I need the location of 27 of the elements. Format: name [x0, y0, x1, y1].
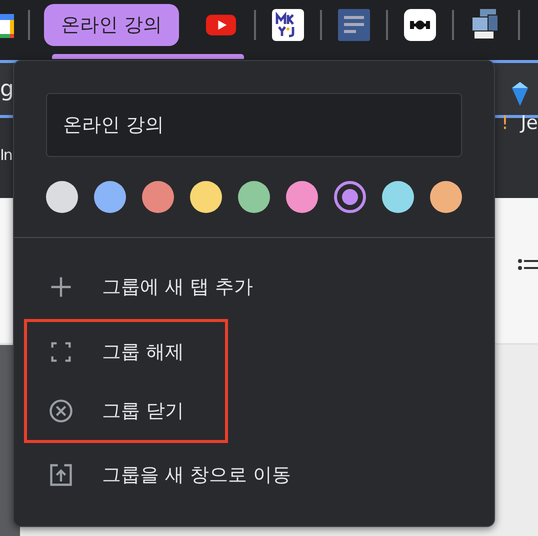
document-icon[interactable] [338, 9, 370, 41]
tab-title[interactable]: g [0, 76, 14, 102]
mk-logo-icon[interactable] [272, 9, 304, 41]
color-swatch[interactable] [94, 181, 126, 213]
diamond-icon[interactable] [510, 80, 530, 108]
menu-item[interactable]: 그룹 해제 [27, 322, 225, 381]
color-swatch[interactable] [238, 181, 270, 213]
menu-item[interactable]: 그룹에 새 탭 추가 [14, 255, 494, 319]
group-name-field[interactable]: 온라인 강의 [46, 93, 462, 157]
bookmark-label[interactable]: Je [520, 112, 538, 134]
play-icon[interactable] [206, 14, 236, 36]
tab-group-chip[interactable]: 온라인 강의 [44, 4, 180, 46]
color-swatch[interactable] [286, 181, 318, 213]
color-swatch[interactable] [334, 181, 366, 213]
color-swatch[interactable] [46, 181, 78, 213]
list-icon[interactable] [518, 258, 538, 272]
color-swatch[interactable] [430, 181, 462, 213]
bookmark-label[interactable]: In [0, 146, 12, 164]
close-icon [48, 398, 74, 424]
color-swatch[interactable] [382, 181, 414, 213]
color-swatch[interactable] [190, 181, 222, 213]
ioi-logo-icon[interactable] [404, 9, 436, 41]
upload-box-icon [48, 462, 74, 488]
menu-item[interactable]: 그룹을 새 창으로 이동 [14, 443, 494, 507]
menu-item[interactable]: 그룹 닫기 [27, 381, 225, 440]
bookmark-label[interactable]: ! [501, 112, 509, 134]
color-swatch[interactable] [142, 181, 174, 213]
